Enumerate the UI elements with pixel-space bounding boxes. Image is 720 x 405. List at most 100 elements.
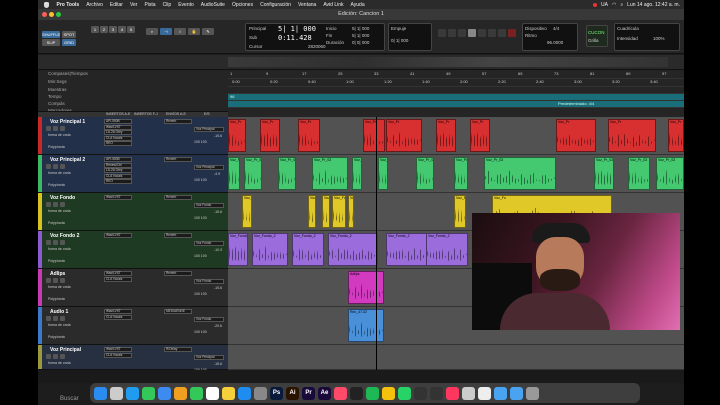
record-indicator-icon[interactable] bbox=[593, 2, 598, 7]
menu-app-name[interactable]: Pro Tools bbox=[53, 2, 83, 8]
preview-icon[interactable] bbox=[462, 386, 475, 400]
output-select[interactable]: Voz Fondo bbox=[194, 203, 224, 208]
meter-ruler-lane[interactable]: Predeterminado: 4/4 bbox=[228, 101, 684, 107]
track-header-3[interactable]: Voz Fondo 2 forma de onda Polyphonic Wav/LV… bbox=[38, 231, 228, 269]
play-icon[interactable] bbox=[478, 29, 486, 37]
audio-clip[interactable]: Voz_Pr_03 bbox=[244, 157, 262, 190]
input-source[interactable]: UA bbox=[601, 2, 608, 8]
track-name[interactable]: Voz Fondo bbox=[50, 195, 75, 201]
menu-configuracion[interactable]: Configuración bbox=[257, 2, 295, 8]
waveform-view-select[interactable]: forma de onda bbox=[48, 133, 71, 137]
pan-value[interactable]: 100 100 bbox=[194, 292, 207, 296]
menu-pista[interactable]: Pista bbox=[141, 2, 159, 8]
obs-icon[interactable] bbox=[430, 386, 443, 400]
audio-clip[interactable]: Voz_Pr_03 bbox=[278, 157, 296, 190]
insert-slot[interactable]: REO bbox=[104, 179, 132, 184]
volume-value[interactable]: -4.9 bbox=[214, 172, 220, 176]
volume-value[interactable]: -15.6 bbox=[214, 134, 222, 138]
ruler-label-minsecs[interactable]: Min:Segs bbox=[48, 79, 67, 84]
record-arm-icon[interactable] bbox=[46, 316, 51, 321]
audio-clip[interactable]: Voz_Fo bbox=[454, 195, 466, 228]
mute-icon[interactable] bbox=[60, 126, 65, 131]
mute-icon[interactable] bbox=[60, 278, 65, 283]
zoom-value[interactable]: 100% bbox=[653, 36, 665, 41]
close-window-icon[interactable] bbox=[42, 12, 47, 17]
audio-clip[interactable]: Voz_Fo bbox=[308, 195, 316, 228]
record-arm-icon[interactable] bbox=[46, 202, 51, 207]
waveform-view-select[interactable]: forma de onda bbox=[48, 361, 71, 365]
audio-clip[interactable]: Voz_Fondo_2 bbox=[386, 233, 428, 266]
loop-button-icon[interactable] bbox=[438, 29, 446, 37]
audio-clip[interactable]: Voz_Pr bbox=[668, 119, 684, 152]
insert-slot[interactable]: Wav/LVST bbox=[104, 233, 132, 238]
insert-slot[interactable]: Wav/LVST bbox=[104, 124, 132, 130]
waveform-view-select[interactable]: forma de onda bbox=[48, 247, 71, 251]
solo-icon[interactable] bbox=[53, 240, 58, 245]
slip-mode-button[interactable]: SLIP bbox=[42, 39, 60, 46]
send-slot[interactable]: Reverb bbox=[164, 271, 192, 276]
pencil-tool-icon[interactable]: ✎ bbox=[202, 28, 214, 35]
tempo-ruler-lane[interactable]: 96 bbox=[228, 94, 684, 100]
textedit-icon[interactable] bbox=[478, 386, 491, 400]
playlist-select[interactable]: Polyphonic bbox=[48, 297, 65, 301]
duracion-value[interactable]: 0| 0| 000 bbox=[352, 40, 369, 45]
output-select[interactable]: Voz Fondo bbox=[194, 317, 224, 322]
go-to-end-icon[interactable] bbox=[498, 29, 506, 37]
menu-clip[interactable]: Clip bbox=[159, 2, 175, 8]
track-header-0[interactable]: Voz Principal 1 forma de onda Polyphonic AP… bbox=[38, 117, 228, 155]
track-lane-0[interactable]: Voz_Pr Voz_Pr Voz_Pr Voz_Pr Voz_Pr Voz_Pr Voz_… bbox=[228, 117, 684, 155]
nudge-value[interactable]: 0| 1| 000 bbox=[391, 38, 408, 43]
insert-slot[interactable]: LA-2A Grey bbox=[104, 168, 132, 173]
insert-slot[interactable]: Wav/LVST bbox=[104, 347, 132, 352]
playlist-select[interactable]: Polyphonic bbox=[48, 335, 65, 339]
mute-icon[interactable] bbox=[60, 354, 65, 359]
finder-icon[interactable] bbox=[94, 386, 107, 400]
audio-clip[interactable]: Voz_Pr_03 bbox=[628, 157, 650, 190]
pan-value[interactable]: 100 100 bbox=[194, 140, 207, 144]
record-arm-icon[interactable] bbox=[46, 240, 51, 245]
audio-clip[interactable]: Voz_Pr_03 bbox=[378, 157, 388, 190]
sub-counter[interactable]: 0:11.428 bbox=[278, 34, 312, 42]
rewind-icon[interactable] bbox=[458, 29, 466, 37]
grid-page-5[interactable]: 5 bbox=[127, 26, 135, 33]
apple-icon[interactable] bbox=[44, 1, 49, 8]
insert-slot[interactable]: LA-2A Grey bbox=[104, 130, 132, 135]
insert-slot[interactable]: CLA Vocals bbox=[104, 276, 132, 282]
zoom-tool-icon[interactable]: ⌕ bbox=[146, 28, 158, 35]
volume-value[interactable]: -20.6 bbox=[214, 324, 222, 328]
track-name[interactable]: Adlips bbox=[50, 271, 65, 277]
launchpad-icon[interactable] bbox=[110, 386, 123, 400]
audio-clip[interactable]: Voz_Fo bbox=[242, 195, 252, 228]
audio-clip[interactable]: Voz_Pr bbox=[386, 119, 422, 152]
audio-clip[interactable]: Voz_Fo bbox=[322, 195, 330, 228]
audio-clip[interactable]: Voz_Pr_03 bbox=[352, 157, 362, 190]
track-name[interactable]: Voz Principal bbox=[50, 347, 81, 353]
track-name[interactable]: Voz Principal 1 bbox=[50, 119, 85, 125]
illustrator-icon[interactable]: Ai bbox=[286, 386, 299, 400]
audio-clip[interactable]: Voz_Pr bbox=[228, 119, 246, 152]
tempo-marker[interactable]: 96 bbox=[230, 94, 234, 99]
clock[interactable]: Lun 14 ago. 12:42 a. m. bbox=[627, 2, 680, 8]
audio-clip[interactable]: Voz_Pr_03 bbox=[454, 157, 468, 190]
ruler-label-meter[interactable]: Compás bbox=[48, 101, 65, 106]
grid-value[interactable]: CUCON bbox=[588, 30, 605, 35]
track-name[interactable]: Voz Fondo 2 bbox=[50, 233, 79, 239]
track-name[interactable]: Audio 1 bbox=[50, 309, 68, 315]
fin-value[interactable]: 5| 1| 000 bbox=[352, 33, 369, 38]
audio-clip[interactable]: Voz_Fo bbox=[348, 195, 354, 228]
insert-slot[interactable]: REO bbox=[104, 141, 132, 146]
pan-value[interactable]: 100 100 bbox=[194, 178, 207, 182]
grid-page-1[interactable]: 1 bbox=[91, 26, 99, 33]
output-select[interactable]: Voz Principal bbox=[194, 355, 224, 360]
grabber-tool-icon[interactable]: ✋ bbox=[188, 28, 200, 35]
mail-icon[interactable] bbox=[158, 386, 171, 400]
waveform-view-select[interactable]: forma de onda bbox=[48, 323, 71, 327]
main-counter[interactable]: 5| 1| 000 bbox=[278, 25, 316, 33]
menu-opciones[interactable]: Opciones bbox=[228, 2, 256, 8]
output-select[interactable]: Voz Principal bbox=[194, 165, 224, 170]
music-icon[interactable] bbox=[446, 386, 459, 400]
pan-value[interactable]: 100 100 bbox=[194, 330, 207, 334]
ruler-label-samples[interactable]: Muestras bbox=[48, 87, 67, 92]
insert-slot[interactable]: Wav/LVST bbox=[104, 195, 132, 200]
record-arm-icon[interactable] bbox=[46, 126, 51, 131]
